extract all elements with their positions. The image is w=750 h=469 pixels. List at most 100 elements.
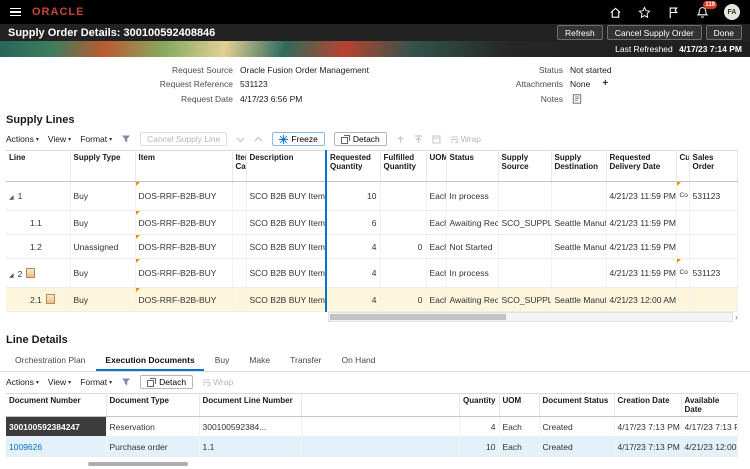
col-header-customer[interactable]: Cu [676,151,689,182]
cell-document-number[interactable]: 1009626 [6,437,106,457]
cell-supply-destination[interactable] [551,259,606,288]
cell-fulfilled-quantity[interactable]: 0 [380,288,426,312]
cell-uom[interactable]: Each [426,211,446,235]
cell-item-category[interactable] [232,182,246,211]
col-header-quantity[interactable]: Quantity [459,394,499,417]
cell-line[interactable]: 1.2 [6,235,70,259]
cell-quantity[interactable]: 4 [459,417,499,437]
wrap-button[interactable]: Wrap [450,134,481,144]
tab-make[interactable]: Make [240,352,279,371]
cell-supply-destination[interactable]: Seattle Manufactu... [551,288,606,312]
cell-quantity[interactable]: 10 [459,437,499,457]
cell-sales-order[interactable]: 531123 [689,259,737,288]
wrap-button[interactable]: Wrap [202,377,233,387]
query-by-example-icon[interactable] [121,134,131,144]
cell-requested-quantity[interactable]: 10 [326,182,380,211]
cell-supply-destination[interactable] [551,182,606,211]
supply-line-row-current[interactable]: 2.1 Buy DOS-RRF-B2B-BUY SCO B2B BUY Item… [6,288,737,312]
cell-item[interactable]: DOS-RRF-B2B-BUY [135,182,232,211]
page-horizontal-scrollbar[interactable] [88,462,188,466]
col-header-available-date[interactable]: Available Date [681,394,737,417]
expand-toggle-icon[interactable]: ◢ [9,272,14,279]
cell-uom[interactable]: Each [426,288,446,312]
favorites-star-icon[interactable] [637,5,651,19]
cell-supply-type[interactable]: Buy [70,211,135,235]
col-header-item[interactable]: Item [135,151,232,182]
cell-item-category[interactable] [232,259,246,288]
col-header-requested-delivery-date[interactable]: Requested Delivery Date [606,151,676,182]
tab-execution-documents[interactable]: Execution Documents [96,352,203,371]
cell-requested-quantity[interactable]: 4 [326,235,380,259]
supply-line-row[interactable]: ◢1 Buy DOS-RRF-B2B-BUY SCO B2B BUY Items… [6,182,737,211]
cell-creation-date[interactable]: 4/17/23 7:13 PM [614,437,681,457]
cell-description[interactable]: SCO B2B BUY Items for RRF [246,288,326,312]
cell-status[interactable]: Awaiting Receipt [446,211,498,235]
cell-fulfilled-quantity[interactable] [380,182,426,211]
cell-status[interactable]: Awaiting Receipt [446,288,498,312]
col-header-description[interactable]: Description [246,151,326,182]
tab-orchestration-plan[interactable]: Orchestration Plan [6,352,94,371]
col-header-sales-order[interactable]: Sales Order [689,151,737,182]
cell-supply-source[interactable]: SCO_SUPPLIER [498,288,551,312]
document-number-link[interactable]: 1009626 [9,442,42,452]
cell-item[interactable]: DOS-RRF-B2B-BUY [135,235,232,259]
col-header-uom[interactable]: UOM [499,394,539,417]
cell-supply-type[interactable]: Buy [70,259,135,288]
cell-supply-type[interactable]: Buy [70,288,135,312]
detach-button[interactable]: Detach [140,375,193,389]
view-menu[interactable]: View▾ [48,134,71,144]
notes-icon[interactable] [572,94,582,104]
expand-all-icon[interactable] [236,135,245,144]
col-header-fulfilled-quantity[interactable]: Fulfilled Quantity [380,151,426,182]
cell-customer[interactable] [676,288,689,312]
cell-creation-date[interactable]: 4/17/23 7:13 PM [614,417,681,437]
cell-requested-quantity[interactable]: 6 [326,211,380,235]
cell-document-status[interactable]: Created [539,417,614,437]
cell-item-category[interactable] [232,288,246,312]
cell-supply-destination[interactable]: Seattle Manufactu... [551,211,606,235]
cell-item-category[interactable] [232,211,246,235]
col-header-creation-date[interactable]: Creation Date [614,394,681,417]
cell-document-status[interactable]: Created [539,437,614,457]
cell-available-date[interactable]: 4/21/23 12:00 AM [681,437,737,457]
col-header-document-type[interactable]: Document Type [106,394,199,417]
cell-sales-order[interactable] [689,211,737,235]
home-icon[interactable] [608,5,622,19]
add-attachment-icon[interactable]: + [602,79,608,89]
col-header-document-line-number[interactable]: Document Line Number [199,394,301,417]
cell-uom[interactable]: Each [499,437,539,457]
cancel-supply-order-button[interactable]: Cancel Supply Order [607,25,702,40]
detach-button[interactable]: Detach [334,132,387,146]
cell-item[interactable]: DOS-RRF-B2B-BUY [135,259,232,288]
scrollbar-thumb[interactable] [330,314,506,320]
view-menu[interactable]: View▾ [48,377,71,387]
collapse-all-icon[interactable] [254,135,263,144]
cell-available-date[interactable]: 4/17/23 7:13 PM [681,417,737,437]
cell-line[interactable]: 2.1 [6,288,70,312]
cell-description[interactable]: SCO B2B BUY Items for RRF [246,259,326,288]
cell-fulfilled-quantity[interactable] [380,259,426,288]
cell-supply-type[interactable]: Buy [70,182,135,211]
tab-transfer[interactable]: Transfer [281,352,330,371]
cell-customer[interactable]: Co Se Re [676,182,689,211]
navigation-menu-icon[interactable] [8,6,23,19]
refresh-button[interactable]: Refresh [557,25,603,40]
expand-toggle-icon[interactable]: ◢ [9,194,14,201]
cell-sales-order[interactable] [689,235,737,259]
execution-document-row[interactable]: 300100592384247 Reservation 300100592384… [6,417,737,437]
col-header-requested-quantity[interactable]: Requested Quantity [326,151,380,182]
col-header-document-status[interactable]: Document Status [539,394,614,417]
show-as-top-icon[interactable] [432,135,441,144]
format-menu[interactable]: Format▾ [80,134,112,144]
cell-document-number[interactable]: 300100592384247 [6,417,106,437]
cell-status[interactable]: Not Started [446,235,498,259]
cell-uom[interactable]: Each [499,417,539,437]
cell-customer[interactable]: Co Se Re [676,259,689,288]
supply-line-row[interactable]: ◢2 Buy DOS-RRF-B2B-BUY SCO B2B BUY Items… [6,259,737,288]
col-header-item-category[interactable]: Item Cat [232,151,246,182]
cell-description[interactable]: SCO B2B BUY Items for RRF [246,182,326,211]
cell-supply-destination[interactable]: Seattle Manufactu... [551,235,606,259]
cell-requested-delivery-date[interactable]: 4/21/23 11:59 PM [606,211,676,235]
format-menu[interactable]: Format▾ [80,377,112,387]
notifications-bell-icon[interactable]: 119 [695,5,709,19]
